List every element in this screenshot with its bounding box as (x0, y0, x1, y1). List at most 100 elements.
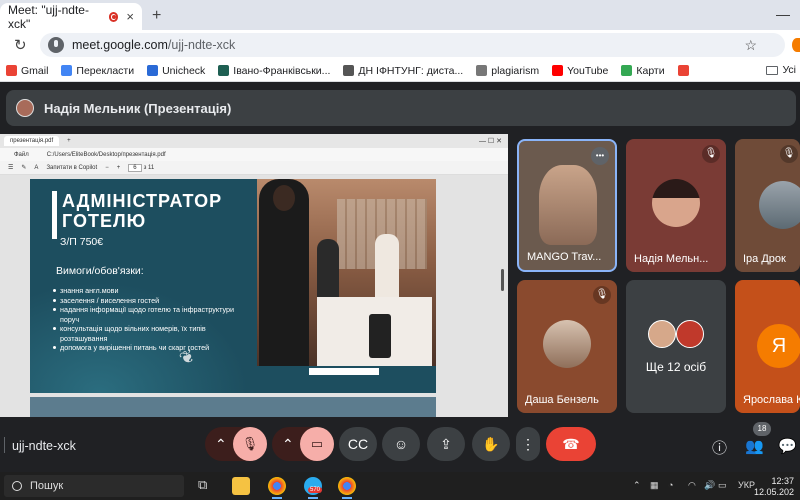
bookmark-folder-label: Усі (782, 64, 796, 76)
slide-salary: З/П 750€ (60, 236, 104, 248)
bookmark-item[interactable]: plagiarism (476, 65, 539, 77)
participant-tile[interactable]: ••• MANGO Trav... (517, 139, 617, 272)
shared-screen: презентація.pdf + — ☐ ✕ Файл C:/Users/El… (0, 134, 508, 417)
bookmark-folder[interactable]: Усі (766, 64, 796, 76)
profile-avatar[interactable] (792, 38, 800, 52)
edge-url: C:/Users/EliteBook/Desktop/презентація.p… (46, 151, 166, 158)
chevron-up-icon[interactable]: ⌃ (282, 436, 294, 453)
pdf-zoom-in-icon: + (116, 164, 121, 171)
language-indicator[interactable]: УКР (738, 480, 755, 490)
bookmark-star-icon[interactable]: ☆ (744, 37, 757, 54)
telegram-icon[interactable]: 570 (304, 477, 323, 499)
mic-options-button[interactable]: ⌃ 🎙 (205, 427, 267, 461)
leave-call-button[interactable]: ☎ (546, 427, 596, 461)
address-row: ↻ meet.google.com /ujj-ndte-xck ☆ (0, 30, 800, 60)
bookmark-favicon-icon (621, 65, 633, 76)
bookmark-label: Перекласти (76, 64, 135, 77)
camera-off-icon: ▭ (310, 436, 324, 451)
tray-chevron-icon[interactable]: ⌃ (633, 480, 641, 491)
bookmark-label: Івано-Франківськи... (233, 64, 331, 77)
recording-icon (108, 11, 119, 22)
captions-button[interactable]: CC (339, 427, 377, 461)
bookmark-favicon-icon (218, 65, 230, 76)
tray-network-icon[interactable]: ◔ (668, 480, 673, 490)
list-item: допомога у вирішенні питань чи скарг гос… (52, 343, 242, 353)
raise-hand-button[interactable]: ✋ (472, 427, 510, 461)
clock[interactable]: 12:37 12.05.202 (754, 476, 794, 498)
tab-close-icon[interactable]: × (126, 9, 134, 24)
url-host: meet.google.com (72, 38, 168, 52)
pdf-viewer: АДМІНІСТРАТОР ГОТЕЛЮ З/П 750€ Вимоги/обо… (0, 175, 508, 417)
slide-requirements-list: знання англ.мови заселення / виселення г… (52, 286, 242, 353)
bookmark-label: Unicheck (162, 64, 206, 77)
telegram-badge: 570 (308, 487, 323, 493)
taskbar-search[interactable]: Пошук (4, 475, 184, 497)
bookmark-label: YouTube (567, 64, 609, 77)
edge-tab-strip: презентація.pdf + — ☐ ✕ (0, 134, 508, 148)
hand-icon: ✋ (482, 435, 500, 452)
participant-tile[interactable]: 🎙 Надія Мельн... (626, 139, 726, 272)
participant-avatar (543, 320, 591, 368)
tray-app-icon[interactable]: ▦ (650, 480, 659, 491)
bookmark-item[interactable]: Карти (621, 65, 665, 77)
new-tab-button[interactable]: + (152, 7, 161, 25)
edge-address-bar: Файл C:/Users/EliteBook/Desktop/презента… (0, 148, 508, 161)
bookmark-item[interactable]: Unicheck (147, 65, 205, 77)
camera-toggle-button[interactable]: ▭ (300, 427, 334, 461)
browser-tab-meet[interactable]: Meet: "ujj-ndte-xck" × (0, 2, 142, 31)
chat-button[interactable]: 💬 (778, 437, 797, 455)
bookmark-favicon-icon (677, 65, 689, 76)
minimize-button[interactable]: — (776, 6, 790, 22)
more-participants-label: Ще 12 осіб (645, 360, 707, 374)
bookmark-favicon-icon (6, 65, 17, 76)
bookmark-item[interactable]: YouTube (552, 65, 608, 77)
battery-icon[interactable]: ▭ (718, 480, 727, 491)
pdf-menu-icon: ☰ (8, 165, 14, 171)
chrome-icon[interactable] (268, 477, 286, 499)
wifi-icon[interactable]: ◠ (688, 480, 696, 491)
clock-time: 12:37 (771, 476, 794, 486)
reactions-button[interactable]: ☺ (382, 427, 420, 461)
browser-tab-strip: Meet: "ujj-ndte-xck" × + — (0, 0, 800, 31)
emoji-icon: ☺ (393, 436, 409, 452)
hotel-reception-photo (257, 179, 436, 366)
pdf-read-aloud-icon: A (34, 164, 39, 171)
present-button[interactable]: ⇪ (427, 427, 465, 461)
folder-icon (766, 65, 779, 75)
site-info-icon[interactable] (48, 37, 64, 53)
chevron-up-icon[interactable]: ⌃ (215, 436, 227, 453)
meeting-info-button[interactable]: ⓘ (712, 437, 727, 458)
task-view-icon[interactable]: ⧉ (198, 477, 216, 495)
participant-tile[interactable]: Я Ярослава К (735, 280, 800, 413)
address-bar[interactable]: meet.google.com /ujj-ndte-xck ☆ (40, 33, 785, 57)
more-options-icon[interactable]: ••• (591, 147, 609, 165)
participant-avatar (676, 320, 704, 348)
volume-icon[interactable]: 🔊 (704, 480, 715, 491)
pdf-zoom-out-icon: − (105, 164, 109, 171)
more-participants-tile[interactable]: Ще 12 осіб (626, 280, 726, 413)
participant-name: MANGO Trav... (527, 251, 602, 263)
bookmark-item[interactable]: Перекласти (61, 65, 134, 77)
bookmark-item[interactable]: ДН ІФНТУНГ: диста... (343, 65, 463, 77)
participant-tile[interactable]: 🎙 Даша Бензель (517, 280, 617, 413)
participant-tile[interactable]: 🎙 Іра Дрок (735, 139, 800, 272)
people-count-badge: 18 (753, 422, 771, 436)
people-button[interactable]: 👥 (745, 437, 764, 455)
chrome-profile-icon[interactable] (338, 477, 356, 499)
reload-icon[interactable]: ↻ (14, 36, 27, 54)
more-options-button[interactable]: ⋮ (516, 427, 540, 461)
mic-toggle-button[interactable]: 🎙 (233, 427, 267, 461)
bookmark-item[interactable]: Gmail (6, 65, 48, 77)
participant-name: Даша Бензель (525, 394, 599, 406)
bookmark-favicon-icon (147, 65, 159, 76)
camera-options-button[interactable]: ⌃ ▭ (272, 427, 334, 461)
meet-control-bar: ujj-ndte-xck ⌃ 🎙 ⌃ ▭ CC ☺ ⇪ ✋ ⋮ ☎ ⓘ 👥 18… (0, 417, 800, 472)
bookmark-item[interactable] (677, 65, 693, 76)
list-item: знання англ.мови (52, 286, 242, 296)
tab-title: Meet: "ujj-ndte-xck" (8, 2, 89, 31)
bookmark-favicon-icon (343, 65, 355, 76)
bookmark-item[interactable]: Івано-Франківськи... (218, 65, 330, 77)
photo-suitcase (369, 314, 391, 358)
pdf-scrollbar (501, 269, 504, 291)
file-explorer-icon[interactable] (232, 477, 250, 495)
